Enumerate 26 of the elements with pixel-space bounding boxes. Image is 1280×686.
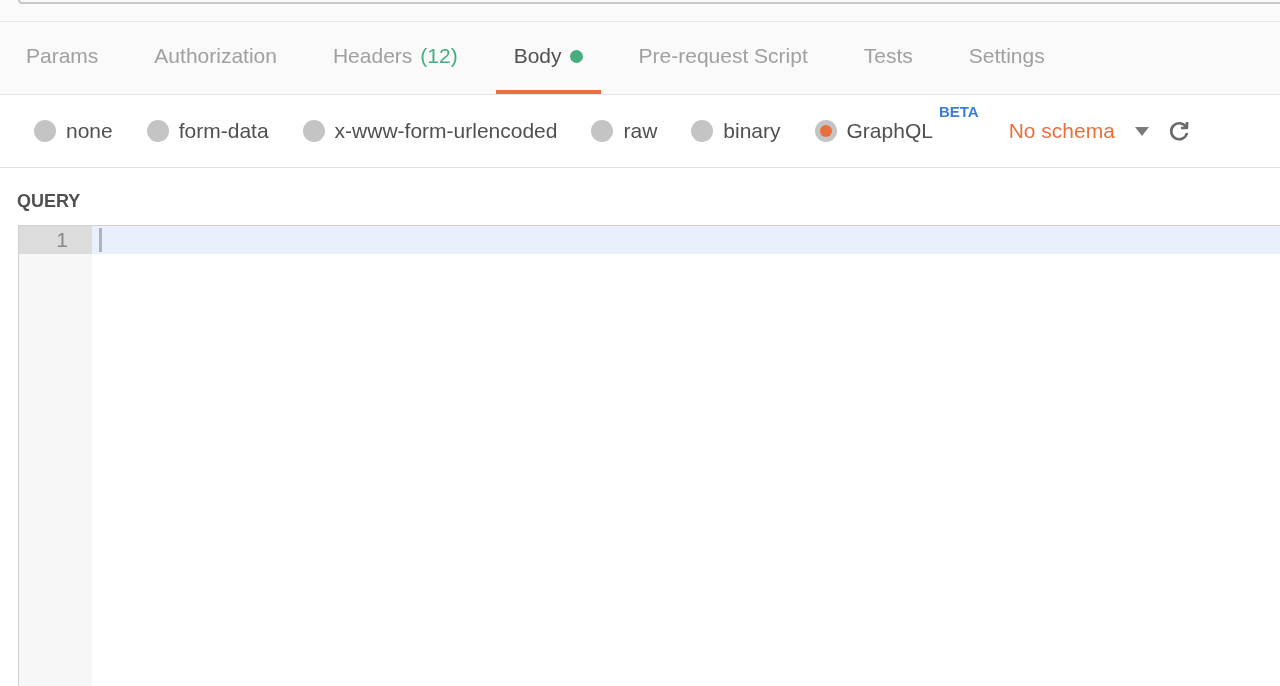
tab[interactable]: Tests (845, 22, 931, 94)
tab[interactable]: Body (495, 22, 601, 94)
query-editor[interactable]: 1 (18, 225, 1280, 686)
radio-option[interactable]: form-data (146, 115, 269, 147)
radio-button[interactable] (34, 120, 56, 142)
line-number: 1 (19, 226, 92, 254)
radio-option[interactable]: none (34, 115, 113, 147)
query-label: QUERY (17, 191, 81, 211)
radio-button[interactable] (814, 120, 837, 142)
radio-option[interactable]: GraphQL (814, 115, 933, 147)
tab[interactable]: Authorization (136, 22, 295, 94)
tab[interactable]: Pre-request Script (620, 22, 826, 94)
radio-button[interactable] (591, 120, 614, 142)
beta-label: BETA (938, 102, 979, 123)
radio-button[interactable] (302, 120, 325, 142)
radio-option[interactable]: raw (591, 115, 658, 147)
tab[interactable]: Settings (950, 22, 1063, 94)
radio-button[interactable] (691, 120, 714, 142)
header-count: (12) (420, 43, 458, 70)
radio-option[interactable]: x-www-form-urlencoded (302, 115, 558, 147)
radio-option[interactable]: binary (691, 115, 781, 147)
caret-icon (1134, 126, 1149, 136)
tab[interactable]: Params (8, 22, 117, 94)
radio-button[interactable] (146, 120, 169, 142)
tab[interactable]: Headers (12) (314, 22, 476, 94)
schema-dropdown[interactable]: No schema (1008, 115, 1149, 147)
